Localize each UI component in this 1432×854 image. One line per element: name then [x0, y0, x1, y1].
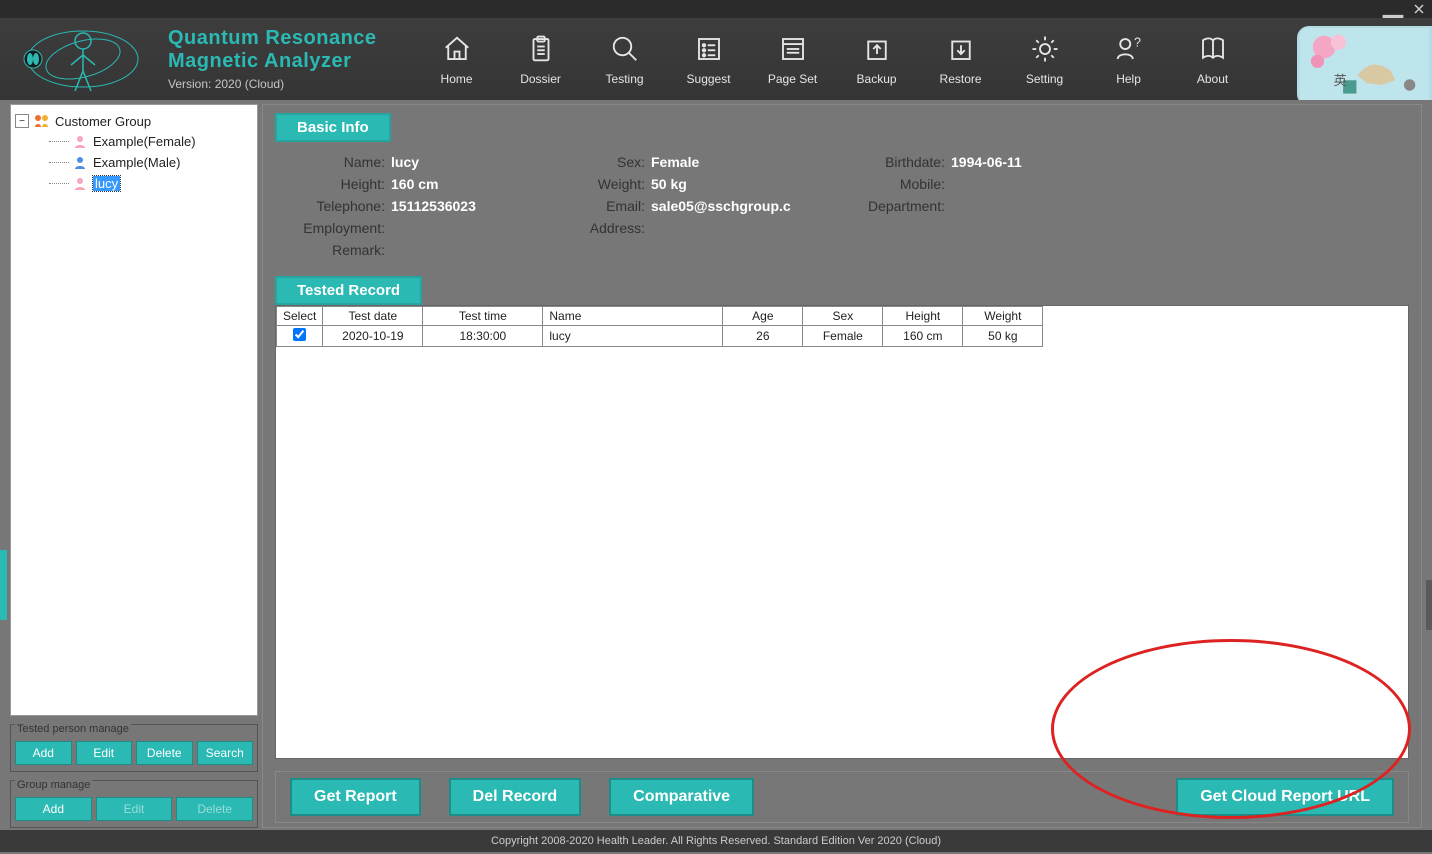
main-toolbar: Home Dossier Testing Suggest Page Set Ba…: [427, 28, 1243, 90]
toolbar-about[interactable]: About: [1183, 28, 1243, 90]
help-icon: ?: [1112, 32, 1146, 66]
toolbar-dossier[interactable]: Dossier: [511, 28, 571, 90]
table-header[interactable]: Sex: [803, 307, 883, 326]
tree-person-label: Example(Male): [93, 155, 180, 170]
tree-group-row[interactable]: − Customer Group: [15, 111, 253, 131]
book-icon: [1196, 32, 1230, 66]
decor-widget: 英: [1297, 26, 1432, 106]
toolbar-help[interactable]: ?Help: [1099, 28, 1159, 90]
toolbar-testing[interactable]: Testing: [595, 28, 655, 90]
table-header[interactable]: Test date: [323, 307, 423, 326]
info-telephone: 15112536023: [391, 198, 476, 214]
list-icon: [692, 32, 726, 66]
tested-record-table[interactable]: SelectTest dateTest timeNameAgeSexHeight…: [275, 305, 1409, 759]
delete-group-button: Delete: [176, 797, 253, 821]
person-manage-panel: Tested person manage AddEditDeleteSearch: [10, 724, 258, 772]
collapse-icon[interactable]: −: [15, 114, 29, 128]
toolbar-setting[interactable]: Setting: [1015, 28, 1075, 90]
get-cloud-report-url-button[interactable]: Get Cloud Report URL: [1176, 778, 1394, 816]
person-icon: [73, 177, 87, 191]
info-name: lucy: [391, 154, 419, 170]
page-icon: [776, 32, 810, 66]
svg-text:?: ?: [1134, 36, 1141, 50]
person-icon: [73, 156, 87, 170]
toolbar-backup[interactable]: Backup: [847, 28, 907, 90]
edit-group-button: Edit: [96, 797, 173, 821]
customer-tree[interactable]: − Customer Group Example(Female) Example(…: [10, 104, 258, 716]
table-header[interactable]: Weight: [963, 307, 1043, 326]
add-group-button[interactable]: Add: [15, 797, 92, 821]
window-titlebar: [0, 0, 1432, 18]
app-version: Version: 2020 (Cloud): [168, 77, 377, 91]
toolbar-pageset[interactable]: Page Set: [763, 28, 823, 90]
table-row[interactable]: 2020-10-1918:30:00lucy26Female160 cm50 k…: [277, 326, 1043, 347]
search-icon: [608, 32, 642, 66]
svg-text:英: 英: [1334, 72, 1347, 88]
app-title-line1: Quantum Resonance: [168, 27, 377, 50]
tree-person-item[interactable]: lucy: [49, 173, 253, 194]
tree-person-item[interactable]: Example(Female): [49, 131, 253, 152]
person-icon: [73, 135, 87, 149]
action-row: Get Report Del Record Comparative Get Cl…: [275, 771, 1409, 823]
comparative-button[interactable]: Comparative: [609, 778, 754, 816]
close-button[interactable]: [1406, 0, 1432, 18]
search-person-button[interactable]: Search: [197, 741, 254, 765]
tested-record-header: Tested Record: [275, 276, 422, 305]
content-panel: Basic Info Name:lucy Sex:Female Birthdat…: [262, 104, 1422, 828]
info-weight: 50 kg: [651, 176, 687, 192]
clipboard-icon: [524, 32, 558, 66]
download-icon: [944, 32, 978, 66]
header: Quantum Resonance Magnetic Analyzer Vers…: [0, 18, 1432, 100]
basic-info-grid: Name:lucy Sex:Female Birthdate:1994-06-1…: [275, 148, 1409, 264]
row-select-checkbox[interactable]: [293, 328, 306, 341]
toolbar-suggest[interactable]: Suggest: [679, 28, 739, 90]
tree-person-label: Example(Female): [93, 134, 196, 149]
delete-person-button[interactable]: Delete: [136, 741, 193, 765]
info-birthdate: 1994-06-11: [951, 154, 1022, 170]
footer: Copyright 2008-2020 Health Leader. All R…: [0, 830, 1432, 852]
app-logo: [8, 18, 158, 100]
table-header[interactable]: Height: [883, 307, 963, 326]
person-manage-legend: Tested person manage: [15, 723, 131, 735]
left-edge-handle[interactable]: [0, 550, 7, 620]
table-header[interactable]: Age: [723, 307, 803, 326]
table-header[interactable]: Name: [543, 307, 723, 326]
tree-person-label: lucy: [93, 176, 120, 191]
get-report-button[interactable]: Get Report: [290, 778, 421, 816]
table-header[interactable]: Test time: [423, 307, 543, 326]
basic-info-header: Basic Info: [275, 113, 391, 142]
gear-icon: [1028, 32, 1062, 66]
info-sex: Female: [651, 154, 699, 170]
edit-person-button[interactable]: Edit: [76, 741, 133, 765]
minimize-button[interactable]: [1380, 0, 1406, 18]
tree-group-label: Customer Group: [55, 114, 151, 129]
toolbar-restore[interactable]: Restore: [931, 28, 991, 90]
home-icon: [440, 32, 474, 66]
toolbar-home[interactable]: Home: [427, 28, 487, 90]
info-height: 160 cm: [391, 176, 438, 192]
del-record-button[interactable]: Del Record: [449, 778, 581, 816]
app-title-line2: Magnetic Analyzer: [168, 50, 377, 73]
tree-person-item[interactable]: Example(Male): [49, 152, 253, 173]
group-icon: [33, 113, 51, 129]
info-email: sale05@sschgroup.c: [651, 198, 791, 214]
upload-icon: [860, 32, 894, 66]
add-person-button[interactable]: Add: [15, 741, 72, 765]
scrollbar-thumb[interactable]: [1426, 580, 1432, 630]
table-header[interactable]: Select: [277, 307, 323, 326]
group-manage-legend: Group manage: [15, 779, 92, 791]
group-manage-panel: Group manage AddEditDelete: [10, 780, 258, 828]
